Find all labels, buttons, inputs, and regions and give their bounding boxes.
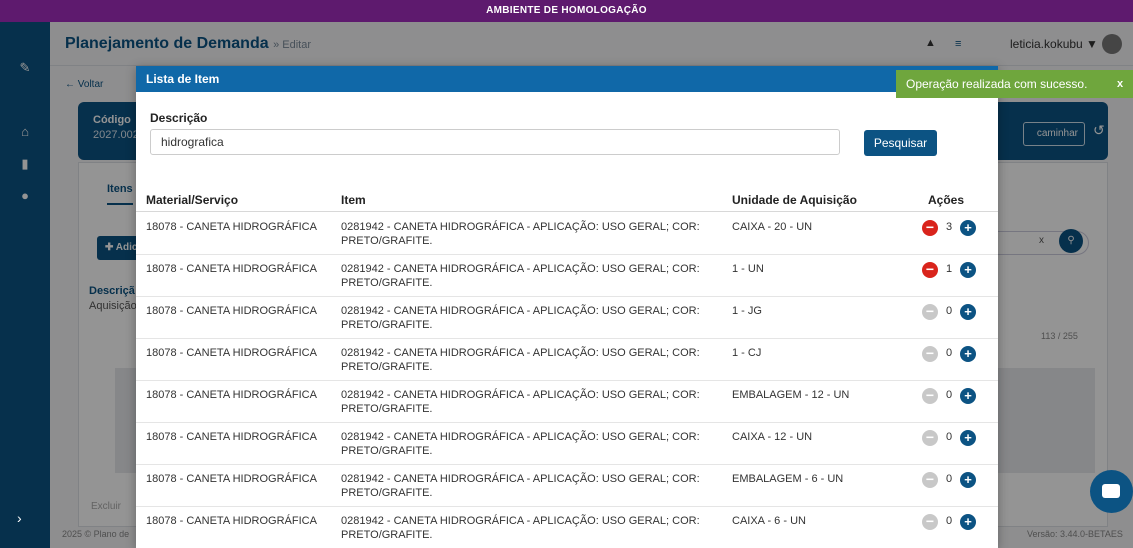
remove-icon[interactable]: − [922, 220, 938, 236]
material-cell: 18078 - CANETA HIDROGRÁFICA [146, 347, 317, 359]
toast-close-icon[interactable]: x [1113, 70, 1127, 98]
unit-cell: EMBALAGEM - 12 - UN [732, 389, 850, 401]
quantity-value: 1 [945, 263, 953, 275]
col-unit: Unidade de Aquisição [732, 193, 857, 207]
item-cell: 0281942 - CANETA HIDROGRÁFICA - APLICAÇÃ… [341, 347, 700, 373]
table-row: 18078 - CANETA HIDROGRÁFICA 0281942 - CAN… [136, 423, 998, 465]
unit-cell: 1 - JG [732, 305, 762, 317]
search-label: Descrição [150, 111, 208, 125]
material-cell: 18078 - CANETA HIDROGRÁFICA [146, 389, 317, 401]
table-row: 18078 - CANETA HIDROGRÁFICA 0281942 - CAN… [136, 255, 998, 297]
row-actions: −1 + [922, 262, 992, 278]
search-input[interactable] [150, 129, 840, 155]
remove-icon[interactable]: − [922, 472, 938, 488]
quantity-value: 0 [945, 389, 953, 401]
table-row: 18078 - CANETA HIDROGRÁFICA 0281942 - CAN… [136, 339, 998, 381]
unit-cell: 1 - CJ [732, 347, 762, 359]
add-icon[interactable]: + [960, 262, 976, 278]
quantity-value: 0 [945, 431, 953, 443]
add-icon[interactable]: + [960, 514, 976, 530]
chat-icon[interactable] [1090, 470, 1133, 513]
quantity-value: 0 [945, 515, 953, 527]
remove-icon[interactable]: − [922, 514, 938, 530]
row-actions: −3 + [922, 220, 992, 236]
unit-cell: EMBALAGEM - 6 - UN [732, 473, 844, 485]
col-actions: Ações [928, 193, 965, 207]
item-list-modal: Lista de Item Descrição Pesquisar Materi… [136, 66, 998, 548]
add-icon[interactable]: + [960, 220, 976, 236]
quantity-value: 0 [945, 347, 953, 359]
item-cell: 0281942 - CANETA HIDROGRÁFICA - APLICAÇÃ… [341, 473, 700, 499]
add-icon[interactable]: + [960, 430, 976, 446]
material-cell: 18078 - CANETA HIDROGRÁFICA [146, 305, 317, 317]
col-material: Material/Serviço [146, 193, 239, 207]
row-actions: −0 + [922, 514, 992, 530]
item-cell: 0281942 - CANETA HIDROGRÁFICA - APLICAÇÃ… [341, 263, 700, 289]
table-row: 18078 - CANETA HIDROGRÁFICA 0281942 - CAN… [136, 213, 998, 255]
material-cell: 18078 - CANETA HIDROGRÁFICA [146, 263, 317, 275]
quantity-value: 3 [945, 221, 953, 233]
unit-cell: 1 - UN [732, 263, 764, 275]
material-cell: 18078 - CANETA HIDROGRÁFICA [146, 515, 317, 527]
remove-icon[interactable]: − [922, 304, 938, 320]
table-row: 18078 - CANETA HIDROGRÁFICA 0281942 - CAN… [136, 381, 998, 423]
expand-icon[interactable]: › [17, 510, 22, 526]
row-actions: −0 + [922, 430, 992, 446]
row-actions: −0 + [922, 346, 992, 362]
add-icon[interactable]: + [960, 472, 976, 488]
table-row: 18078 - CANETA HIDROGRÁFICA 0281942 - CAN… [136, 507, 998, 548]
table-header: Material/Serviço Item Unidade de Aquisiç… [136, 190, 998, 212]
item-cell: 0281942 - CANETA HIDROGRÁFICA - APLICAÇÃ… [341, 389, 700, 415]
search-button[interactable]: Pesquisar [864, 130, 937, 156]
item-cell: 0281942 - CANETA HIDROGRÁFICA - APLICAÇÃ… [341, 515, 700, 541]
remove-icon[interactable]: − [922, 346, 938, 362]
modal-title: Lista de Item [136, 66, 998, 92]
material-cell: 18078 - CANETA HIDROGRÁFICA [146, 221, 317, 233]
add-icon[interactable]: + [960, 304, 976, 320]
table-row: 18078 - CANETA HIDROGRÁFICA 0281942 - CAN… [136, 297, 998, 339]
remove-icon[interactable]: − [922, 430, 938, 446]
unit-cell: CAIXA - 20 - UN [732, 221, 813, 233]
item-cell: 0281942 - CANETA HIDROGRÁFICA - APLICAÇÃ… [341, 305, 700, 331]
row-actions: −0 + [922, 304, 992, 320]
remove-icon[interactable]: − [922, 388, 938, 404]
row-actions: −0 + [922, 472, 992, 488]
material-cell: 18078 - CANETA HIDROGRÁFICA [146, 431, 317, 443]
item-cell: 0281942 - CANETA HIDROGRÁFICA - APLICAÇÃ… [341, 431, 700, 457]
material-cell: 18078 - CANETA HIDROGRÁFICA [146, 473, 317, 485]
unit-cell: CAIXA - 6 - UN [732, 515, 806, 527]
row-actions: −0 + [922, 388, 992, 404]
add-icon[interactable]: + [960, 346, 976, 362]
col-item: Item [341, 193, 366, 207]
success-toast: Operação realizada com sucesso. [896, 70, 1133, 98]
unit-cell: CAIXA - 12 - UN [732, 431, 813, 443]
quantity-value: 0 [945, 473, 953, 485]
table-row: 18078 - CANETA HIDROGRÁFICA 0281942 - CAN… [136, 465, 998, 507]
item-cell: 0281942 - CANETA HIDROGRÁFICA - APLICAÇÃ… [341, 221, 700, 247]
remove-icon[interactable]: − [922, 262, 938, 278]
quantity-value: 0 [945, 305, 953, 317]
add-icon[interactable]: + [960, 388, 976, 404]
environment-banner: AMBIENTE DE HOMOLOGAÇÃO [0, 0, 1133, 22]
